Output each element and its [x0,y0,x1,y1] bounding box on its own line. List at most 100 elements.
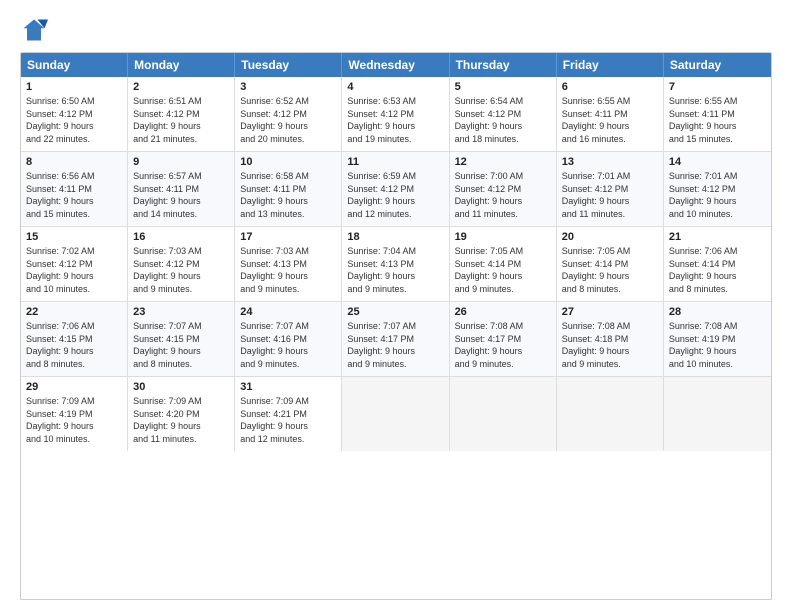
day-cell-25: 25 Sunrise: 7:07 AMSunset: 4:17 PMDayligh… [342,302,449,376]
day-cell-24: 24 Sunrise: 7:07 AMSunset: 4:16 PMDayligh… [235,302,342,376]
day-cell-5: 5 Sunrise: 6:54 AMSunset: 4:12 PMDaylight… [450,77,557,151]
day-number: 9 [133,156,229,168]
day-info: Sunrise: 6:56 AMSunset: 4:11 PMDaylight:… [26,170,122,220]
day-info: Sunrise: 6:52 AMSunset: 4:12 PMDaylight:… [240,95,336,145]
day-cell-9: 9 Sunrise: 6:57 AMSunset: 4:11 PMDaylight… [128,152,235,226]
page: SundayMondayTuesdayWednesdayThursdayFrid… [0,0,792,612]
day-number: 30 [133,381,229,393]
empty-cell [450,377,557,451]
day-number: 23 [133,306,229,318]
day-number: 1 [26,81,122,93]
day-cell-30: 30 Sunrise: 7:09 AMSunset: 4:20 PMDayligh… [128,377,235,451]
day-cell-12: 12 Sunrise: 7:00 AMSunset: 4:12 PMDayligh… [450,152,557,226]
header-day-wednesday: Wednesday [342,53,449,77]
day-number: 27 [562,306,658,318]
calendar-row-2: 15 Sunrise: 7:02 AMSunset: 4:12 PMDayligh… [21,227,771,302]
day-info: Sunrise: 7:01 AMSunset: 4:12 PMDaylight:… [562,170,658,220]
day-cell-1: 1 Sunrise: 6:50 AMSunset: 4:12 PMDaylight… [21,77,128,151]
day-number: 15 [26,231,122,243]
day-info: Sunrise: 7:07 AMSunset: 4:16 PMDaylight:… [240,320,336,370]
day-number: 13 [562,156,658,168]
day-cell-18: 18 Sunrise: 7:04 AMSunset: 4:13 PMDayligh… [342,227,449,301]
day-number: 29 [26,381,122,393]
day-info: Sunrise: 7:08 AMSunset: 4:17 PMDaylight:… [455,320,551,370]
day-cell-27: 27 Sunrise: 7:08 AMSunset: 4:18 PMDayligh… [557,302,664,376]
calendar-header: SundayMondayTuesdayWednesdayThursdayFrid… [21,53,771,77]
header-day-monday: Monday [128,53,235,77]
day-info: Sunrise: 7:06 AMSunset: 4:15 PMDaylight:… [26,320,122,370]
day-number: 17 [240,231,336,243]
calendar: SundayMondayTuesdayWednesdayThursdayFrid… [20,52,772,600]
day-number: 22 [26,306,122,318]
day-info: Sunrise: 7:02 AMSunset: 4:12 PMDaylight:… [26,245,122,295]
day-info: Sunrise: 7:09 AMSunset: 4:19 PMDaylight:… [26,395,122,445]
day-cell-31: 31 Sunrise: 7:09 AMSunset: 4:21 PMDayligh… [235,377,342,451]
header-day-thursday: Thursday [450,53,557,77]
day-info: Sunrise: 6:53 AMSunset: 4:12 PMDaylight:… [347,95,443,145]
logo-icon [20,16,48,44]
day-info: Sunrise: 6:58 AMSunset: 4:11 PMDaylight:… [240,170,336,220]
day-info: Sunrise: 7:09 AMSunset: 4:21 PMDaylight:… [240,395,336,445]
day-cell-17: 17 Sunrise: 7:03 AMSunset: 4:13 PMDayligh… [235,227,342,301]
day-info: Sunrise: 7:07 AMSunset: 4:17 PMDaylight:… [347,320,443,370]
day-info: Sunrise: 7:07 AMSunset: 4:15 PMDaylight:… [133,320,229,370]
empty-cell [342,377,449,451]
day-info: Sunrise: 7:06 AMSunset: 4:14 PMDaylight:… [669,245,766,295]
day-cell-3: 3 Sunrise: 6:52 AMSunset: 4:12 PMDaylight… [235,77,342,151]
empty-cell [664,377,771,451]
day-number: 10 [240,156,336,168]
day-cell-23: 23 Sunrise: 7:07 AMSunset: 4:15 PMDayligh… [128,302,235,376]
day-info: Sunrise: 6:59 AMSunset: 4:12 PMDaylight:… [347,170,443,220]
day-info: Sunrise: 6:55 AMSunset: 4:11 PMDaylight:… [562,95,658,145]
day-number: 24 [240,306,336,318]
day-info: Sunrise: 7:05 AMSunset: 4:14 PMDaylight:… [562,245,658,295]
calendar-row-1: 8 Sunrise: 6:56 AMSunset: 4:11 PMDaylight… [21,152,771,227]
day-cell-26: 26 Sunrise: 7:08 AMSunset: 4:17 PMDayligh… [450,302,557,376]
header-day-friday: Friday [557,53,664,77]
day-info: Sunrise: 7:04 AMSunset: 4:13 PMDaylight:… [347,245,443,295]
day-info: Sunrise: 6:55 AMSunset: 4:11 PMDaylight:… [669,95,766,145]
day-cell-7: 7 Sunrise: 6:55 AMSunset: 4:11 PMDaylight… [664,77,771,151]
day-number: 26 [455,306,551,318]
day-number: 12 [455,156,551,168]
day-number: 14 [669,156,766,168]
day-cell-2: 2Sunrise: 6:51 AMSunset: 4:12 PMDaylight… [128,77,235,151]
day-number: 8 [26,156,122,168]
day-number: 6 [562,81,658,93]
day-number: 7 [669,81,766,93]
day-number: 11 [347,156,443,168]
header [20,16,772,44]
day-number: 5 [455,81,551,93]
empty-cell [557,377,664,451]
day-info: Sunrise: 7:08 AMSunset: 4:19 PMDaylight:… [669,320,766,370]
day-cell-20: 20Sunrise: 7:05 AMSunset: 4:14 PMDayligh… [557,227,664,301]
calendar-row-0: 1 Sunrise: 6:50 AMSunset: 4:12 PMDaylight… [21,77,771,152]
day-info: Sunrise: 7:03 AMSunset: 4:13 PMDaylight:… [240,245,336,295]
day-info: Sunrise: 7:09 AMSunset: 4:20 PMDaylight:… [133,395,229,445]
day-cell-14: 14Sunrise: 7:01 AMSunset: 4:12 PMDayligh… [664,152,771,226]
day-cell-8: 8 Sunrise: 6:56 AMSunset: 4:11 PMDaylight… [21,152,128,226]
day-info: Sunrise: 7:08 AMSunset: 4:18 PMDaylight:… [562,320,658,370]
day-number: 4 [347,81,443,93]
logo [20,16,52,44]
day-number: 31 [240,381,336,393]
day-cell-6: 6 Sunrise: 6:55 AMSunset: 4:11 PMDaylight… [557,77,664,151]
day-info: Sunrise: 6:51 AMSunset: 4:12 PMDaylight:… [133,95,229,145]
day-info: Sunrise: 7:00 AMSunset: 4:12 PMDaylight:… [455,170,551,220]
day-cell-4: 4 Sunrise: 6:53 AMSunset: 4:12 PMDaylight… [342,77,449,151]
day-number: 3 [240,81,336,93]
day-cell-28: 28Sunrise: 7:08 AMSunset: 4:19 PMDayligh… [664,302,771,376]
day-number: 25 [347,306,443,318]
day-cell-11: 11 Sunrise: 6:59 AMSunset: 4:12 PMDayligh… [342,152,449,226]
day-cell-16: 16Sunrise: 7:03 AMSunset: 4:12 PMDayligh… [128,227,235,301]
day-number: 19 [455,231,551,243]
day-info: Sunrise: 6:57 AMSunset: 4:11 PMDaylight:… [133,170,229,220]
day-number: 21 [669,231,766,243]
day-number: 18 [347,231,443,243]
day-cell-13: 13 Sunrise: 7:01 AMSunset: 4:12 PMDayligh… [557,152,664,226]
day-number: 16 [133,231,229,243]
day-cell-22: 22 Sunrise: 7:06 AMSunset: 4:15 PMDayligh… [21,302,128,376]
day-info: Sunrise: 6:54 AMSunset: 4:12 PMDaylight:… [455,95,551,145]
day-info: Sunrise: 6:50 AMSunset: 4:12 PMDaylight:… [26,95,122,145]
day-cell-21: 21 Sunrise: 7:06 AMSunset: 4:14 PMDayligh… [664,227,771,301]
